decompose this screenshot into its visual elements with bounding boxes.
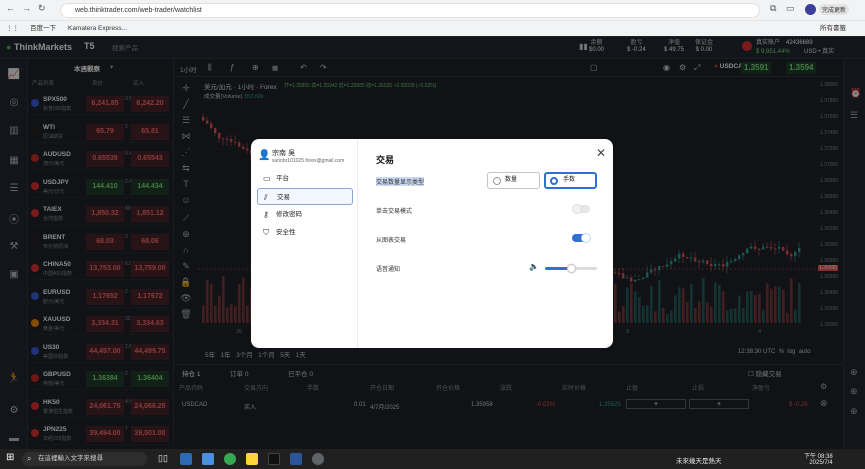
close-icon[interactable]: ✕ [596,146,606,160]
app-icon-2[interactable] [202,453,214,465]
chart-trading-toggle[interactable] [572,233,591,243]
update-button[interactable]: 完成更新 [819,4,850,15]
chart-trading-label: 从图表交易 [376,238,407,244]
clock[interactable]: 下午 08:38 2025/7/4 [804,451,833,466]
taskbar: ⊞ ⌕ 在這裡輸入文字來搜尋 ▯▯ 未來幾天是熱天 下午 08:38 2025/7… [0,449,865,469]
option-units[interactable]: 数量 [487,172,540,189]
shield-icon: ⛉ [263,228,269,237]
app-icon-3[interactable] [268,453,280,465]
apps-icon[interactable]: ⋮⋮ [6,21,19,37]
folder-icon[interactable] [246,453,258,465]
nav-trading[interactable]: ⫽ 交易 [257,188,353,205]
back-icon[interactable]: ← [6,3,15,13]
settings-modal: 👤 宗南 吳 sunnbr101025.forex@gmail.com ▭ 平台 … [251,139,613,348]
chrome-icon[interactable] [224,453,236,465]
word-icon[interactable] [290,453,302,465]
one-click-toggle[interactable] [572,204,590,214]
weather-text[interactable]: 未來幾天是熱天 [676,455,722,465]
volume-knob[interactable] [567,264,576,273]
chart-icon: ⫽ [264,193,268,202]
avatar[interactable] [805,4,816,15]
app-icon-1[interactable] [180,453,192,465]
key-icon: ⚷ [263,210,269,219]
all-bookmarks[interactable]: 所有書籤 [820,21,846,37]
user-name: 宗南 吳 [272,150,295,157]
nav-change-password[interactable]: ⚷ 修改密码 [257,206,353,223]
browser-chrome: ← → ↻ web.thinktrader.com/web-trader/wat… [0,0,865,36]
volume-slider[interactable] [545,264,597,273]
sidepanel-icon[interactable]: ▭ [786,3,795,14]
nav-security[interactable]: ⛉ 安全性 [257,224,353,241]
extension-icon[interactable]: ⧉ [770,3,776,14]
nav-platform[interactable]: ▭ 平台 [257,170,353,187]
display-type-label: 交易数量显示类型 [376,177,425,186]
bookmark-kamatera[interactable]: Kamatera Express... [68,21,127,37]
settings-content: 交易 ✕ 交易数量显示类型 数量 手数 单击交易模式 从图表交易 语音通知 🔈 [358,139,613,348]
monitor-icon: ▭ [263,174,271,183]
windows-icon[interactable]: ⊞ [6,452,14,463]
user-email: sunnbr101025.forex@gmail.com [272,158,345,164]
app-icon-4[interactable] [312,453,324,465]
search-icon: ⌕ [27,454,32,463]
bookmarks-bar: ⋮⋮ 百度一下 Kamatera Express... 所有書籤 [0,20,865,36]
taskview-icon[interactable]: ▯▯ [158,453,168,464]
reload-icon[interactable]: ↻ [38,3,46,14]
address-bar[interactable]: web.thinktrader.com/web-trader/watchlist [60,3,760,18]
user-icon: 👤 [258,150,271,161]
bookmark-baidu[interactable]: 百度一下 [30,21,56,37]
sound-label: 语音通知 [376,267,401,273]
modal-title: 交易 [376,155,395,165]
address-url: web.thinktrader.com/web-trader/watchlist [75,7,202,14]
option-lots[interactable]: 手数 [544,172,597,189]
settings-sidebar: 👤 宗南 吳 sunnbr101025.forex@gmail.com ▭ 平台 … [251,139,358,348]
speaker-icon: 🔈 [529,262,539,271]
one-click-label: 单击交易模式 [376,209,413,215]
forward-icon[interactable]: → [22,3,31,13]
taskbar-search[interactable]: ⌕ 在這裡輸入文字來搜尋 [22,452,147,466]
